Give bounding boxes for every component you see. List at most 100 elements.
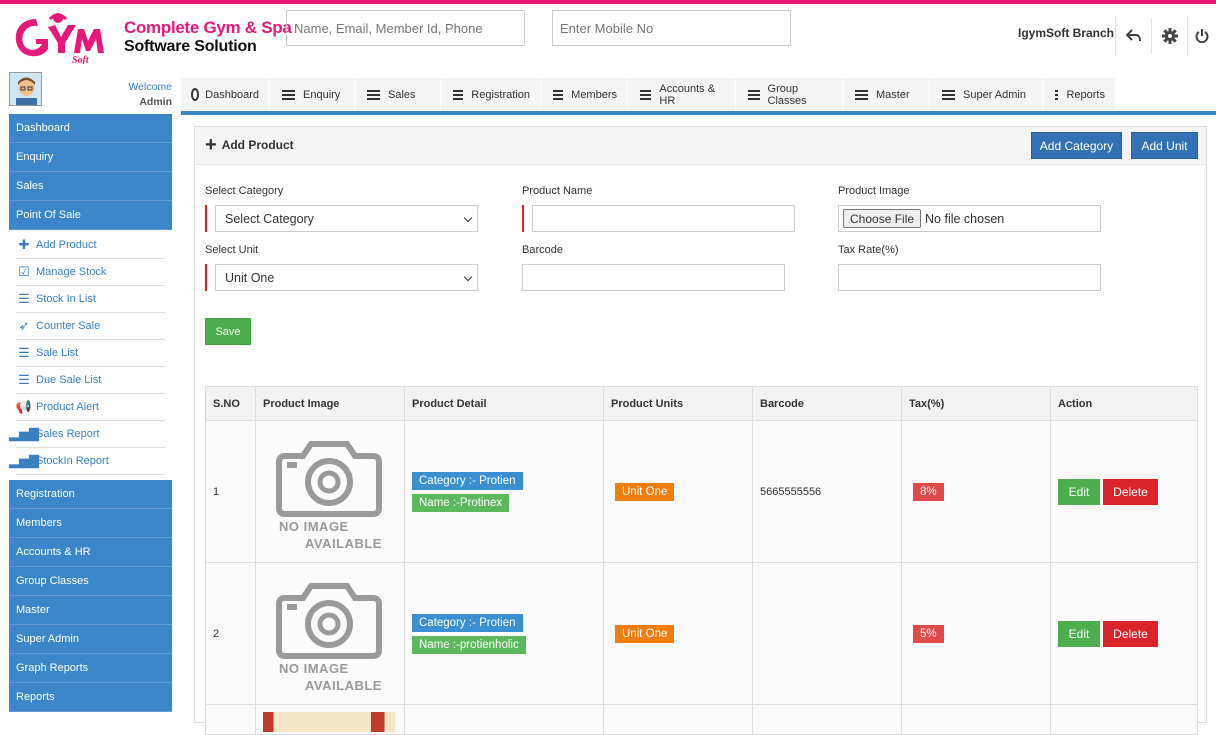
tax-badge: 8% [913, 482, 944, 501]
image-cell: NO IMAGE AVAILABLE [255, 562, 405, 705]
sidebar-subitem-sales-report[interactable]: ▂▅▇ Sales Report [9, 421, 165, 448]
mobile-search-input[interactable]: Enter Mobile No [552, 10, 791, 46]
subitem-label: StockIn Report [36, 455, 109, 467]
tab-dashboard[interactable]: Dashboard [181, 78, 270, 111]
tab-accounts-hr[interactable]: Accounts & HR [628, 78, 736, 111]
column-header: Product Image [255, 386, 405, 421]
column-header: Product Detail [404, 386, 604, 421]
unit-select[interactable]: Unit One [215, 264, 478, 291]
member-search-input[interactable]: Name, Email, Member Id, Phone [286, 10, 525, 46]
barcode-input[interactable] [522, 264, 785, 291]
tab-master[interactable]: Master [843, 78, 930, 111]
no-image-placeholder: NO IMAGE AVAILABLE [263, 567, 395, 700]
barcode-cell [752, 562, 902, 705]
detail-cell: Category :- Protien Name :-Protinex [404, 420, 604, 563]
subitem-label: Add Product [36, 239, 97, 251]
menu-icon [748, 89, 760, 100]
category-badge: Category :- Protien [412, 471, 523, 490]
table-row [205, 704, 1198, 735]
brand-subtitle: Software Solution [124, 38, 257, 55]
panel-title-text: Add Product [221, 138, 294, 152]
sno-cell: 2 [205, 562, 256, 705]
sidebar-subitem-sale-list[interactable]: ☰ Sale List [16, 340, 165, 367]
sidebar-item-dashboard[interactable]: Dashboard [9, 114, 172, 143]
tab-enquiry[interactable]: Enquiry [270, 78, 355, 111]
sidebar-item-point-of-sale[interactable]: Point Of Sale [9, 201, 172, 230]
avatar[interactable] [9, 72, 42, 106]
checklist-icon: ☑ [18, 264, 30, 279]
product-image-file-input[interactable]: Choose File No file chosen [838, 205, 1101, 232]
table-row: 1 NO IMAGE AVAILABLE Category :- Protien … [205, 420, 1198, 563]
unit-cell: Unit One [603, 562, 753, 705]
sidebar-item-reports[interactable]: Reports [9, 683, 172, 712]
delete-button[interactable]: Delete [1103, 478, 1158, 505]
edit-button[interactable]: Edit [1058, 478, 1100, 505]
save-button[interactable]: Save [205, 318, 251, 345]
detail-cell: Category :- Protien Name :-protienholic [404, 562, 604, 705]
required-marker [205, 205, 207, 232]
products-table: S.NO Product Image Product Detail Produc… [205, 386, 1198, 735]
sidebar-item-accounts-hr[interactable]: Accounts & HR [9, 538, 172, 567]
tax-rate-label: Tax Rate(%) [838, 244, 899, 256]
tab-members[interactable]: Members [541, 78, 628, 111]
sidebar-item-master[interactable]: Master [9, 596, 172, 625]
product-name-input[interactable] [532, 205, 795, 232]
sidebar-item-sales[interactable]: Sales [9, 172, 172, 201]
unit-badge: Unit One [615, 482, 675, 501]
table-header-row: S.NO Product Image Product Detail Produc… [205, 386, 1198, 421]
add-category-button[interactable]: Add Category [1031, 132, 1122, 159]
gear-icon[interactable] [1151, 18, 1187, 54]
panel-header: + Add Product Add Category Add Unit [195, 127, 1206, 165]
unit-label: Select Unit [205, 244, 259, 256]
sidebar-item-registration[interactable]: Registration [9, 480, 172, 509]
sidebar-subitem-product-alert[interactable]: 📢 Product Alert [16, 394, 165, 421]
edit-button[interactable]: Edit [1058, 620, 1100, 647]
category-select[interactable]: Select Category [215, 205, 478, 232]
menu-icon [1055, 89, 1059, 100]
tax-rate-input[interactable] [838, 264, 1101, 291]
name-badge: Name :-protienholic [412, 635, 526, 654]
tab-registration[interactable]: Registration [441, 78, 541, 111]
sidebar-subitem-due-sale-list[interactable]: ☰ Due Sale List [16, 367, 165, 394]
sidebar-submenu: ✚ Add Product ☑ Manage Stock ☰ Stock In Lis… [9, 230, 172, 480]
tab-label: Group Classes [767, 82, 807, 107]
choose-file-button[interactable]: Choose File [843, 209, 922, 228]
sidebar-subitem-manage-stock[interactable]: ☑ Manage Stock [16, 259, 165, 286]
tax-cell: 5% [901, 562, 1051, 705]
power-icon[interactable] [1187, 18, 1216, 54]
category-label: Select Category [205, 185, 284, 197]
rocket-icon: ➶ [18, 318, 30, 333]
sidebar-item-super-admin[interactable]: Super Admin [9, 625, 172, 654]
gym-soft-logo[interactable]: Soft [8, 9, 108, 64]
table-row: 2 NO IMAGE AVAILABLE Category :- Protien … [205, 562, 1198, 705]
tab-label: Members [571, 88, 617, 101]
branch-name[interactable]: IgymSoft Branch [1018, 26, 1114, 40]
back-icon[interactable] [1115, 18, 1151, 54]
subitem-label: Counter Sale [36, 320, 101, 332]
tab-group-classes[interactable]: Group Classes [736, 78, 843, 111]
welcome-label: Welcome [128, 81, 172, 93]
sidebar-item-members[interactable]: Members [9, 509, 172, 538]
plus-icon: + [205, 134, 217, 156]
required-marker [205, 264, 207, 291]
sidebar-subitem-counter-sale[interactable]: ➶ Counter Sale [16, 313, 165, 340]
bar-chart-icon: ▂▅▇ [9, 453, 39, 468]
no-file-text: No file chosen [925, 211, 1005, 226]
barcode-cell: 5665555556 [752, 420, 902, 563]
delete-button[interactable]: Delete [1103, 620, 1158, 647]
sidebar-subitem-stock-in-list[interactable]: ☰ Stock In List [16, 286, 165, 313]
sidebar-subitem-stockin-report[interactable]: ▂▅▇ StockIn Report [9, 448, 165, 475]
category-badge: Category :- Protien [412, 613, 523, 632]
add-unit-button[interactable]: Add Unit [1131, 132, 1198, 159]
menu-icon [282, 89, 295, 100]
name-badge: Name :-Protinex [412, 493, 510, 512]
tab-reports[interactable]: Reports [1043, 78, 1116, 111]
sidebar-item-enquiry[interactable]: Enquiry [9, 143, 172, 172]
top-navigation: Dashboard Enquiry Sales Registration Mem… [181, 78, 1116, 111]
tab-super-admin[interactable]: Super Admin [930, 78, 1043, 111]
menu-icon [640, 89, 652, 100]
tab-sales[interactable]: Sales [355, 78, 441, 111]
sidebar-subitem-add-product[interactable]: ✚ Add Product [16, 232, 165, 259]
sidebar-item-group-classes[interactable]: Group Classes [9, 567, 172, 596]
sidebar-item-graph-reports[interactable]: Graph Reports [9, 654, 172, 683]
